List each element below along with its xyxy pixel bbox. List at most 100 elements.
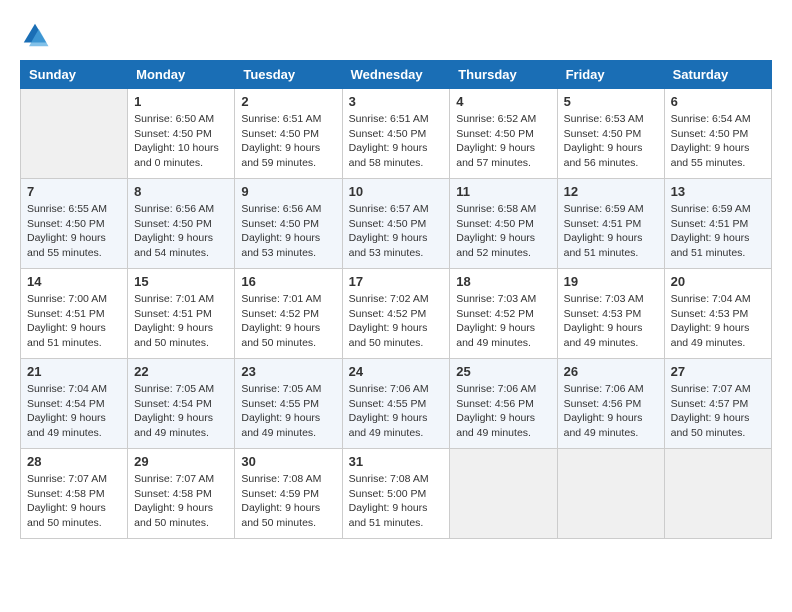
day-info: Sunrise: 7:08 AMSunset: 5:00 PMDaylight:… <box>349 472 444 531</box>
week-row-4: 21Sunrise: 7:04 AMSunset: 4:54 PMDayligh… <box>21 359 772 449</box>
header-cell-friday: Friday <box>557 61 664 89</box>
day-number: 23 <box>241 364 335 379</box>
day-info: Sunrise: 6:54 AMSunset: 4:50 PMDaylight:… <box>671 112 765 171</box>
day-info: Sunrise: 6:50 AMSunset: 4:50 PMDaylight:… <box>134 112 228 171</box>
day-cell: 28 Sunrise: 7:07 AMSunset: 4:58 PMDayligh… <box>21 449 128 539</box>
day-cell: 8 Sunrise: 6:56 AMSunset: 4:50 PMDaylight… <box>128 179 235 269</box>
header-cell-wednesday: Wednesday <box>342 61 450 89</box>
day-info: Sunrise: 6:59 AMSunset: 4:51 PMDaylight:… <box>671 202 765 261</box>
day-cell: 17Sunrise: 7:02 AMSunset: 4:52 PMDayligh… <box>342 269 450 359</box>
day-number: 20 <box>671 274 765 289</box>
logo-icon <box>20 20 50 50</box>
day-info: Sunrise: 6:57 AMSunset: 4:50 PMDaylight:… <box>349 202 444 261</box>
day-number: 2 <box>241 94 335 109</box>
day-number: 6 <box>671 94 765 109</box>
day-cell: 6 Sunrise: 6:54 AMSunset: 4:50 PMDaylight… <box>664 89 771 179</box>
day-cell: 14 Sunrise: 7:00 AMSunset: 4:51 PMDayligh… <box>21 269 128 359</box>
day-info: Sunrise: 6:51 AMSunset: 4:50 PMDaylight:… <box>241 112 335 171</box>
day-cell: 18 Sunrise: 7:03 AMSunset: 4:52 PMDayligh… <box>450 269 557 359</box>
day-info: Sunrise: 7:05 AMSunset: 4:54 PMDaylight:… <box>134 382 228 441</box>
header-cell-sunday: Sunday <box>21 61 128 89</box>
day-info: Sunrise: 7:06 AMSunset: 4:56 PMDaylight:… <box>564 382 658 441</box>
day-number: 12 <box>564 184 658 199</box>
header-cell-saturday: Saturday <box>664 61 771 89</box>
day-info: Sunrise: 6:51 AMSunset: 4:50 PMDaylight:… <box>349 112 444 171</box>
day-number: 14 <box>27 274 121 289</box>
day-info: Sunrise: 7:04 AMSunset: 4:54 PMDaylight:… <box>27 382 121 441</box>
day-cell <box>21 89 128 179</box>
day-cell <box>450 449 557 539</box>
day-cell: 25 Sunrise: 7:06 AMSunset: 4:56 PMDayligh… <box>450 359 557 449</box>
day-number: 13 <box>671 184 765 199</box>
day-number: 4 <box>456 94 550 109</box>
day-cell: 22 Sunrise: 7:05 AMSunset: 4:54 PMDayligh… <box>128 359 235 449</box>
day-info: Sunrise: 6:56 AMSunset: 4:50 PMDaylight:… <box>134 202 228 261</box>
day-cell: 27 Sunrise: 7:07 AMSunset: 4:57 PMDayligh… <box>664 359 771 449</box>
day-number: 28 <box>27 454 121 469</box>
day-cell: 1 Sunrise: 6:50 AMSunset: 4:50 PMDaylight… <box>128 89 235 179</box>
day-number: 25 <box>456 364 550 379</box>
day-info: Sunrise: 7:03 AMSunset: 4:53 PMDaylight:… <box>564 292 658 351</box>
day-number: 29 <box>134 454 228 469</box>
day-info: Sunrise: 6:55 AMSunset: 4:50 PMDaylight:… <box>27 202 121 261</box>
day-cell <box>557 449 664 539</box>
day-cell: 3 Sunrise: 6:51 AMSunset: 4:50 PMDaylight… <box>342 89 450 179</box>
day-cell: 10Sunrise: 6:57 AMSunset: 4:50 PMDayligh… <box>342 179 450 269</box>
day-cell: 23Sunrise: 7:05 AMSunset: 4:55 PMDayligh… <box>235 359 342 449</box>
week-row-5: 28 Sunrise: 7:07 AMSunset: 4:58 PMDayligh… <box>21 449 772 539</box>
week-row-2: 7 Sunrise: 6:55 AMSunset: 4:50 PMDaylight… <box>21 179 772 269</box>
day-cell: 26 Sunrise: 7:06 AMSunset: 4:56 PMDayligh… <box>557 359 664 449</box>
day-info: Sunrise: 7:07 AMSunset: 4:57 PMDaylight:… <box>671 382 765 441</box>
header-row: SundayMondayTuesdayWednesdayThursdayFrid… <box>21 61 772 89</box>
day-info: Sunrise: 7:07 AMSunset: 4:58 PMDaylight:… <box>27 472 121 531</box>
day-info: Sunrise: 7:04 AMSunset: 4:53 PMDaylight:… <box>671 292 765 351</box>
day-info: Sunrise: 6:59 AMSunset: 4:51 PMDaylight:… <box>564 202 658 261</box>
day-info: Sunrise: 6:53 AMSunset: 4:50 PMDaylight:… <box>564 112 658 171</box>
day-number: 22 <box>134 364 228 379</box>
week-row-3: 14 Sunrise: 7:00 AMSunset: 4:51 PMDayligh… <box>21 269 772 359</box>
day-cell: 21Sunrise: 7:04 AMSunset: 4:54 PMDayligh… <box>21 359 128 449</box>
day-cell: 5Sunrise: 6:53 AMSunset: 4:50 PMDaylight… <box>557 89 664 179</box>
calendar-header: SundayMondayTuesdayWednesdayThursdayFrid… <box>21 61 772 89</box>
day-info: Sunrise: 7:03 AMSunset: 4:52 PMDaylight:… <box>456 292 550 351</box>
day-number: 18 <box>456 274 550 289</box>
header-cell-monday: Monday <box>128 61 235 89</box>
day-number: 26 <box>564 364 658 379</box>
day-info: Sunrise: 7:08 AMSunset: 4:59 PMDaylight:… <box>241 472 335 531</box>
day-number: 15 <box>134 274 228 289</box>
calendar-body: 1 Sunrise: 6:50 AMSunset: 4:50 PMDaylight… <box>21 89 772 539</box>
page-header <box>20 20 772 50</box>
day-info: Sunrise: 7:00 AMSunset: 4:51 PMDaylight:… <box>27 292 121 351</box>
day-cell: 20 Sunrise: 7:04 AMSunset: 4:53 PMDayligh… <box>664 269 771 359</box>
day-number: 27 <box>671 364 765 379</box>
day-number: 8 <box>134 184 228 199</box>
day-number: 7 <box>27 184 121 199</box>
day-number: 30 <box>241 454 335 469</box>
day-cell <box>664 449 771 539</box>
day-cell: 16Sunrise: 7:01 AMSunset: 4:52 PMDayligh… <box>235 269 342 359</box>
day-cell: 2 Sunrise: 6:51 AMSunset: 4:50 PMDaylight… <box>235 89 342 179</box>
day-info: Sunrise: 7:06 AMSunset: 4:56 PMDaylight:… <box>456 382 550 441</box>
logo <box>20 20 54 50</box>
calendar-table: SundayMondayTuesdayWednesdayThursdayFrid… <box>20 60 772 539</box>
day-number: 9 <box>241 184 335 199</box>
day-cell: 11Sunrise: 6:58 AMSunset: 4:50 PMDayligh… <box>450 179 557 269</box>
day-info: Sunrise: 7:07 AMSunset: 4:58 PMDaylight:… <box>134 472 228 531</box>
day-cell: 15 Sunrise: 7:01 AMSunset: 4:51 PMDayligh… <box>128 269 235 359</box>
day-number: 3 <box>349 94 444 109</box>
day-info: Sunrise: 7:01 AMSunset: 4:51 PMDaylight:… <box>134 292 228 351</box>
header-cell-tuesday: Tuesday <box>235 61 342 89</box>
day-info: Sunrise: 6:56 AMSunset: 4:50 PMDaylight:… <box>241 202 335 261</box>
day-info: Sunrise: 6:52 AMSunset: 4:50 PMDaylight:… <box>456 112 550 171</box>
day-cell: 7 Sunrise: 6:55 AMSunset: 4:50 PMDaylight… <box>21 179 128 269</box>
day-number: 19 <box>564 274 658 289</box>
day-number: 17 <box>349 274 444 289</box>
day-cell: 12 Sunrise: 6:59 AMSunset: 4:51 PMDayligh… <box>557 179 664 269</box>
day-cell: 19 Sunrise: 7:03 AMSunset: 4:53 PMDayligh… <box>557 269 664 359</box>
day-cell: 30 Sunrise: 7:08 AMSunset: 4:59 PMDayligh… <box>235 449 342 539</box>
day-cell: 13 Sunrise: 6:59 AMSunset: 4:51 PMDayligh… <box>664 179 771 269</box>
day-cell: 31Sunrise: 7:08 AMSunset: 5:00 PMDayligh… <box>342 449 450 539</box>
day-number: 1 <box>134 94 228 109</box>
day-number: 11 <box>456 184 550 199</box>
day-info: Sunrise: 7:01 AMSunset: 4:52 PMDaylight:… <box>241 292 335 351</box>
